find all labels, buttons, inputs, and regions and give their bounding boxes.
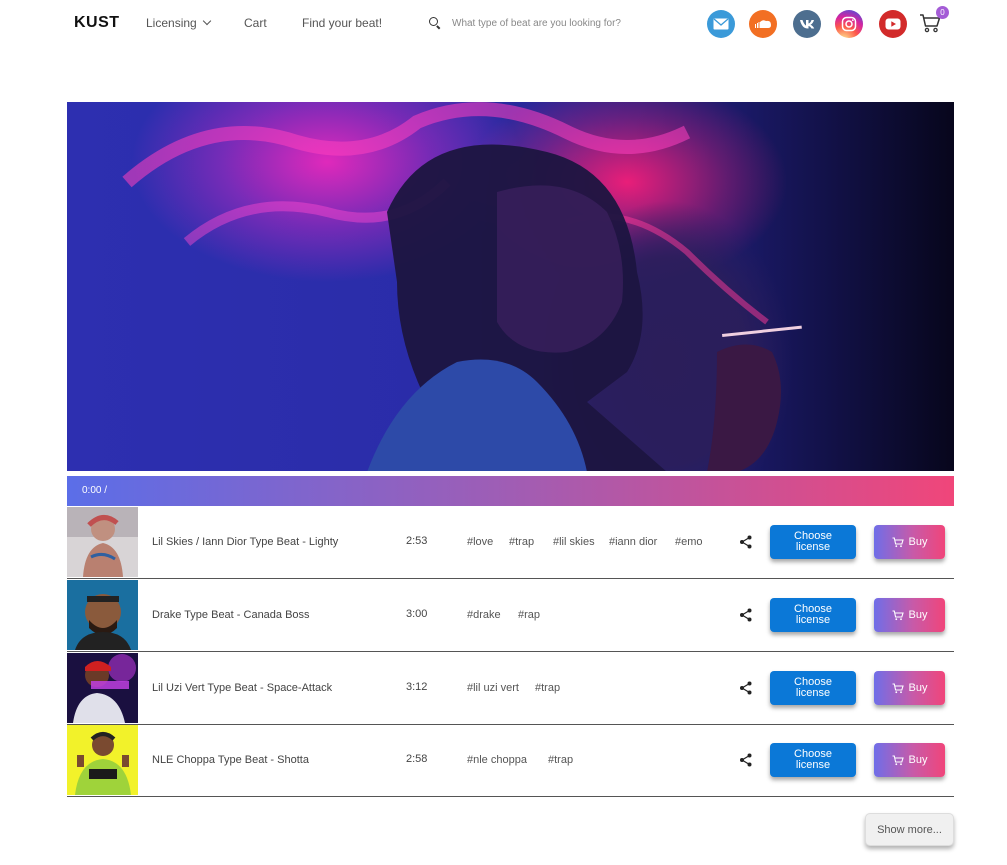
track-tag[interactable]: #drake [467,609,501,621]
track-title[interactable]: Lil Uzi Vert Type Beat - Space-Attack [152,682,332,694]
search-input[interactable] [452,17,682,29]
cart-icon [892,682,904,693]
choose-license-button[interactable]: Choose license [770,743,856,777]
share-icon[interactable] [739,753,753,767]
buy-label: Buy [908,536,928,548]
track-row[interactable]: NLE Choppa Type Beat - Shotta 2:58 #nle … [67,725,954,797]
buy-label: Buy [908,682,928,694]
track-row[interactable]: Drake Type Beat - Canada Boss 3:00 #drak… [67,580,954,652]
track-cover-image[interactable] [67,507,138,577]
hero-banner-image [67,102,954,472]
search-icon[interactable] [428,16,442,30]
track-cover-image[interactable] [67,653,138,723]
track-cover-image[interactable] [67,580,138,650]
track-row[interactable]: Lil Uzi Vert Type Beat - Space-Attack 3:… [67,653,954,725]
buy-label: Buy [908,754,928,766]
mail-icon[interactable] [707,10,735,38]
track-tag[interactable]: #nle choppa [467,754,527,766]
track-tag[interactable]: #emo [675,536,703,548]
track-row[interactable]: Lil Skies / Iann Dior Type Beat - Lighty… [67,507,954,579]
track-title[interactable]: Lil Skies / Iann Dior Type Beat - Lighty [152,536,338,548]
track-duration: 2:58 [406,753,428,765]
buy-label: Buy [908,609,928,621]
vk-icon[interactable] [793,10,821,38]
track-tag[interactable]: #trap [548,754,573,766]
buy-button[interactable]: Buy [874,598,945,632]
track-tag[interactable]: #trap [509,536,534,548]
soundcloud-icon[interactable] [749,10,777,38]
track-cover-image[interactable] [67,725,138,795]
cart-icon[interactable]: 0 [919,6,949,38]
buy-button[interactable]: Buy [874,671,945,705]
share-icon[interactable] [739,608,753,622]
cart-icon [892,609,904,620]
hero-divider [67,471,954,475]
track-duration: 3:12 [406,681,428,693]
instagram-icon[interactable] [835,10,863,38]
player-time: 0:00 / [82,485,108,496]
youtube-icon[interactable] [879,10,907,38]
buy-button[interactable]: Buy [874,743,945,777]
choose-license-button[interactable]: Choose license [770,525,856,559]
track-tag[interactable]: #iann dior [609,536,657,548]
audio-player-bar[interactable]: 0:00 / [67,476,954,506]
track-title[interactable]: NLE Choppa Type Beat - Shotta [152,754,309,766]
share-icon[interactable] [739,681,753,695]
track-duration: 2:53 [406,535,428,547]
track-tag[interactable]: #lil uzi vert [467,682,519,694]
choose-license-button[interactable]: Choose license [770,671,856,705]
track-duration: 3:00 [406,608,428,620]
track-title[interactable]: Drake Type Beat - Canada Boss [152,609,310,621]
cart-icon [892,754,904,765]
track-tag[interactable]: #trap [535,682,560,694]
nav-cart[interactable]: Cart [244,16,267,30]
top-navigation: KUST Licensing Cart Find your beat! 0 [0,0,1007,48]
site-logo[interactable]: KUST [74,14,120,32]
nav-licensing[interactable]: Licensing [146,16,211,30]
choose-license-button[interactable]: Choose license [770,598,856,632]
share-icon[interactable] [739,535,753,549]
chevron-down-icon [202,16,211,26]
search-bar [428,12,688,34]
track-tag[interactable]: #love [467,536,493,548]
track-tag[interactable]: #lil skies [553,536,595,548]
nav-find-your-beat[interactable]: Find your beat! [302,16,382,30]
nav-licensing-label: Licensing [146,16,197,30]
cart-count-badge: 0 [936,6,949,19]
buy-button[interactable]: Buy [874,525,945,559]
cart-icon [892,536,904,547]
track-tag[interactable]: #rap [518,609,540,621]
show-more-button[interactable]: Show more... [865,813,954,846]
